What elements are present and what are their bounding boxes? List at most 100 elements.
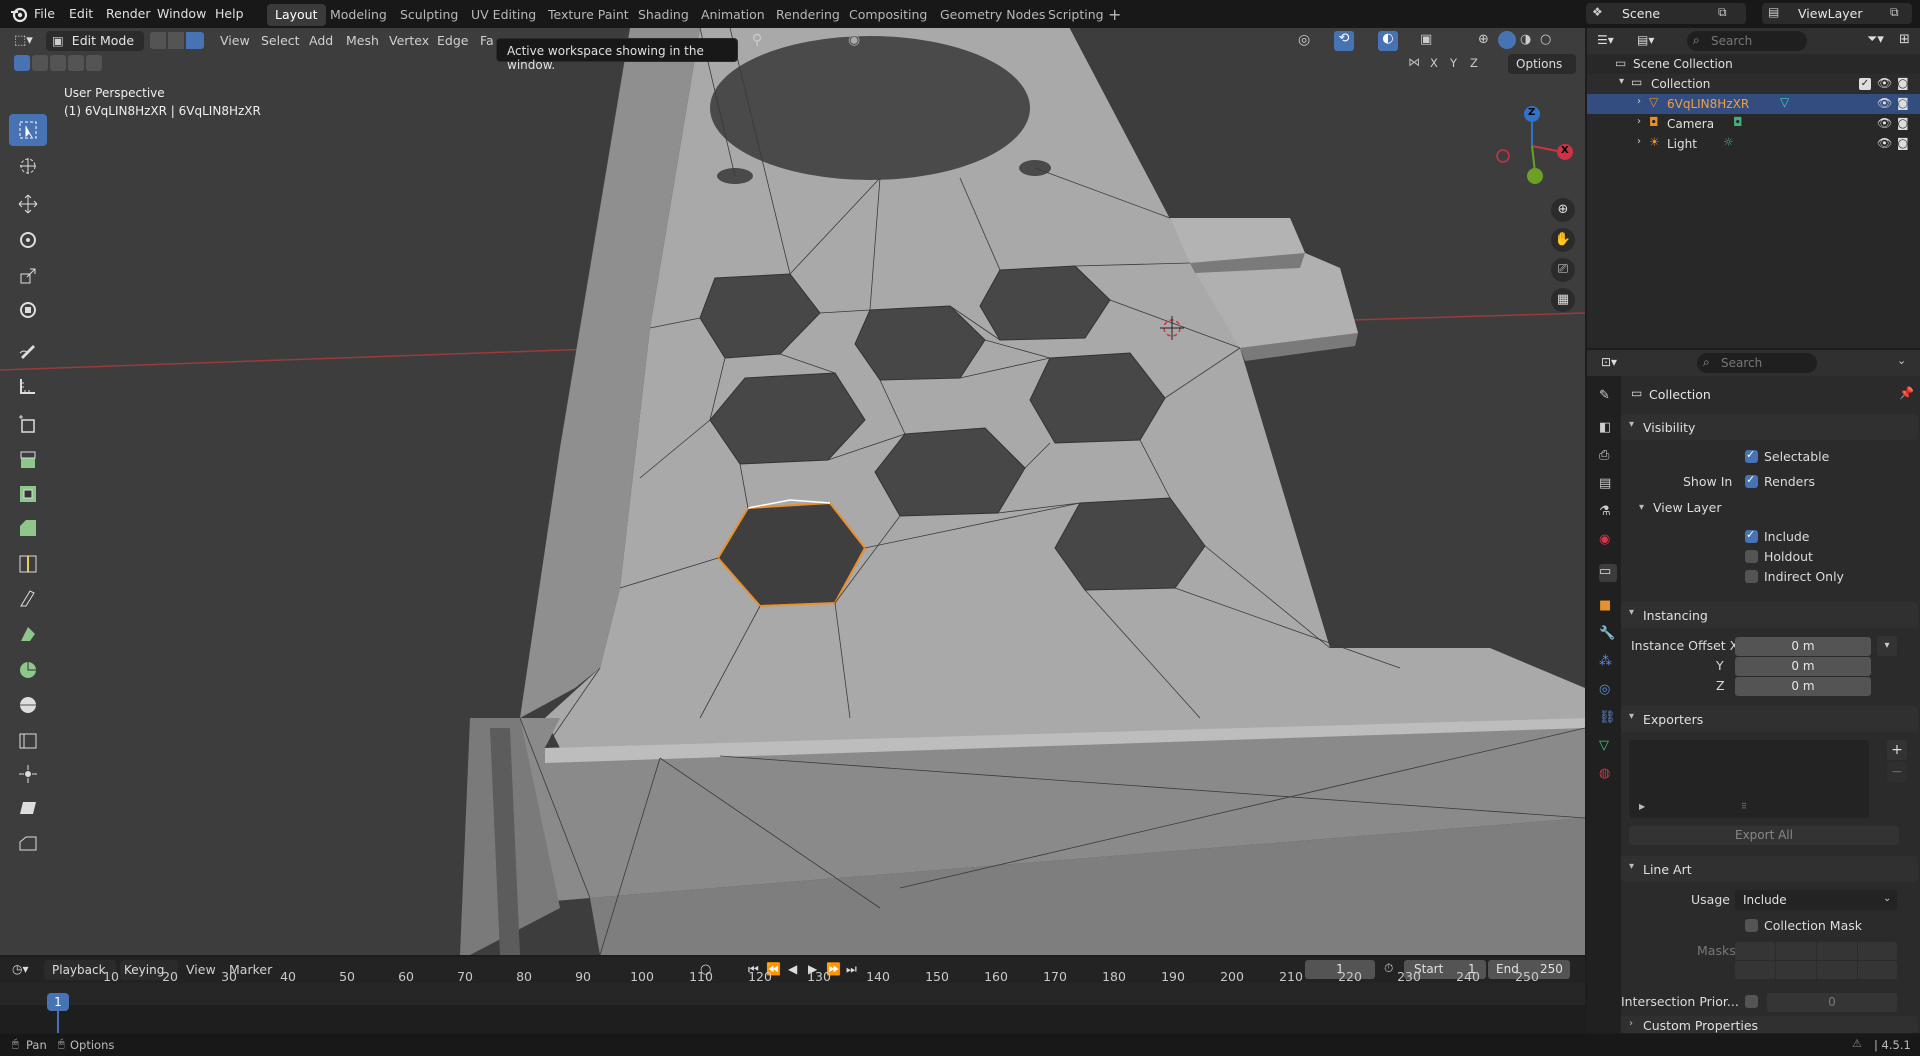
bevel-tool[interactable] [9,512,47,544]
options-dropdown[interactable]: Options [1508,54,1576,74]
snap-icon[interactable]: ∩ [788,32,798,48]
menu-select[interactable]: Select [257,31,304,51]
edge-select-icon[interactable] [168,32,184,49]
constraints-tab-icon[interactable]: ⛓ [1599,710,1617,728]
tab-scripting[interactable]: Scripting [1040,4,1112,26]
chevron-down-icon[interactable]: ▾ [1877,636,1897,656]
ortho-grid-icon[interactable]: ▦ [1551,288,1575,312]
smooth-tool[interactable] [9,688,47,720]
menu-render[interactable]: Render [106,6,151,21]
display-mode-icon[interactable]: ▤▾ [1637,33,1654,47]
timeline-view-menu[interactable]: View [182,960,220,980]
gizmo-toggle-icon[interactable]: ⟲ [1334,31,1354,51]
poly-build-tool[interactable] [9,618,47,650]
mask-bit[interactable] [1735,961,1775,979]
solid-shading-icon[interactable] [1498,31,1516,49]
add-cube-tool[interactable] [9,408,47,440]
menu-mesh[interactable]: Mesh [342,31,383,51]
chevron-down-icon[interactable]: ▾ [1639,502,1644,513]
new-scene-icon[interactable]: ⧉ [1718,5,1727,20]
mode-selector[interactable]: ▣ Edit Mode [46,31,144,51]
tab-animation[interactable]: Animation [693,4,773,26]
tab-geometry-nodes[interactable]: Geometry Nodes [932,4,1053,26]
tab-texture-paint[interactable]: Texture Paint [540,4,637,26]
usage-dropdown[interactable]: Include ⌄ [1735,890,1897,910]
properties-editor-icon[interactable]: ⊡▾ [1601,355,1617,369]
tab-sculpting[interactable]: Sculpting [392,4,466,26]
export-all-button[interactable]: Export All [1629,826,1899,845]
editor-type-icon[interactable]: ⬚▾ [14,33,33,48]
zoom-icon[interactable]: ⊕ [1551,198,1575,222]
physics-tab-icon[interactable]: ◎ [1599,682,1617,700]
transform-tool[interactable] [9,294,47,326]
material-shading-icon[interactable]: ◑ [1520,32,1531,47]
eye-icon[interactable]: 👁 [1877,116,1892,130]
view-layer-subpanel-label[interactable]: View Layer [1653,500,1722,515]
loop-cut-tool[interactable] [9,548,47,580]
mask-bit[interactable] [1735,942,1775,960]
intersection-priority-checkbox[interactable] [1745,995,1758,1008]
tab-compositing[interactable]: Compositing [841,4,935,26]
rendered-shading-icon[interactable]: ○ [1540,32,1551,47]
camera-render-icon[interactable]: ◙ [1897,96,1909,110]
select-new-icon[interactable] [14,55,30,71]
camera-view-icon[interactable]: ⎚ [1551,258,1575,282]
object-tab-icon[interactable]: ■ [1599,598,1617,616]
menu-add[interactable]: Add [305,31,337,51]
blender-logo-icon[interactable] [10,5,28,23]
mask-bit[interactable] [1817,961,1857,979]
collection-tab-icon[interactable]: ▭ [1599,564,1617,582]
instance-offset-z-field[interactable]: 0 m [1735,677,1871,696]
custom-properties-panel-header[interactable]: › Custom Properties [1621,1016,1918,1033]
exporters-list[interactable]: ▶ ⠿ [1629,740,1869,818]
add-exporter-button[interactable]: + [1887,740,1907,760]
intersection-priority-field[interactable]: 0 [1767,993,1897,1012]
eye-icon[interactable]: 👁 [1877,136,1892,150]
stopwatch-icon[interactable]: ⏱ [1384,961,1393,976]
instance-offset-y-field[interactable]: 0 m [1735,657,1871,676]
timeline-ruler[interactable]: 1 10 20 30 40 50 60 70 80 90 100 110 120 130 140 150 16… [0,969,1585,1033]
menu-help[interactable]: Help [215,6,244,21]
tab-uv-editing[interactable]: UV Editing [463,4,544,26]
menu-view[interactable]: View [216,31,254,51]
select-box-tool[interactable] [9,114,47,146]
holdout-checkbox[interactable] [1745,550,1758,563]
shrink-fatten-tool[interactable] [9,758,47,790]
cursor-tool[interactable] [9,150,47,182]
modifier-tab-icon[interactable]: 🔧 [1599,626,1617,644]
extrude-tool[interactable] [9,444,47,476]
line-art-panel-header[interactable]: ▾ Line Art [1621,856,1918,882]
outliner-row-light[interactable]: › ☀ Light ☼ 👁 ◙ [1587,134,1920,154]
add-workspace-icon[interactable]: + [1108,5,1121,24]
exclude-checkbox[interactable]: ✓ [1859,78,1871,90]
mask-bit[interactable] [1858,942,1897,960]
axis-x-toggle[interactable]: X [1430,56,1438,70]
wireframe-shading-icon[interactable]: ⊕ [1478,32,1489,47]
annotate-tool[interactable] [9,334,47,366]
tab-shading[interactable]: Shading [630,4,697,26]
properties-search[interactable]: ⌕ Search [1697,353,1817,373]
menu-window[interactable]: Window [157,6,206,21]
navigation-gizmo[interactable]: Z X [1488,96,1578,186]
selectable-checkbox[interactable] [1745,448,1758,463]
instancing-panel-header[interactable]: ▾ Instancing [1621,602,1918,628]
instance-offset-x-field[interactable]: 0 m [1735,637,1871,656]
move-tool[interactable] [9,188,47,220]
chevron-right-icon[interactable]: › [1637,96,1641,107]
menu-file[interactable]: File [34,6,55,21]
3d-viewport[interactable]: ⬚▾ ▣ Edit Mode View Select Add Mesh Vert… [0,28,1585,955]
outliner-row-mesh[interactable]: › ▽ 6VqLIN8HzXR ▽ 👁 ◙ [1587,94,1920,114]
outliner-search[interactable]: ⌕ Search [1687,31,1807,51]
view-layer-selector[interactable]: ▤ ViewLayer ⧉ [1762,3,1912,24]
spin-tool[interactable] [9,654,47,686]
new-collection-icon[interactable]: ⊞ [1899,32,1910,47]
tab-rendering[interactable]: Rendering [768,4,848,26]
menu-face[interactable]: Fa [476,31,498,51]
select-invert-icon[interactable] [68,55,84,71]
rotate-tool[interactable] [9,224,47,256]
outliner-row-collection[interactable]: ▾ ▭ Collection ✓ 👁 ◙ [1587,74,1920,94]
chevron-right-icon[interactable]: › [1637,116,1641,127]
playhead-marker[interactable]: 1 [47,993,69,1011]
select-extend-icon[interactable] [32,55,48,71]
tool-tab-icon[interactable]: ✎ [1599,388,1617,406]
